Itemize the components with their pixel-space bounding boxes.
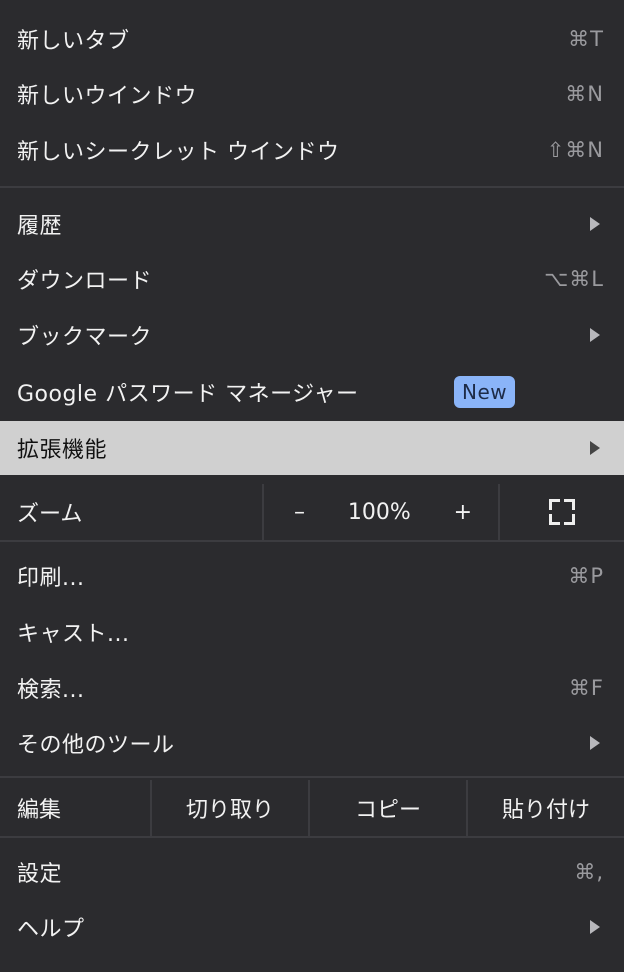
menu-item-find[interactable]: 検索... ⌘F — [0, 662, 624, 714]
history-label: 履歴 — [17, 214, 63, 239]
new-incognito-label: 新しいシークレット ウインドウ — [17, 140, 340, 165]
downloads-shortcut: ⌥⌘L — [544, 267, 604, 291]
zoom-in-button[interactable]: + — [454, 500, 472, 525]
submenu-arrow-icon — [590, 328, 600, 342]
new-window-label: 新しいウインドウ — [17, 84, 198, 109]
separator — [0, 540, 624, 542]
zoom-label: ズーム — [0, 484, 264, 540]
edit-row: 編集 切り取り コピー 貼り付け — [0, 780, 624, 836]
separator — [0, 836, 624, 838]
menu-item-bookmarks[interactable]: ブックマーク — [0, 309, 624, 361]
separator — [0, 186, 624, 188]
zoom-out-button[interactable]: – — [294, 500, 305, 525]
submenu-arrow-icon — [590, 217, 600, 231]
fullscreen-button[interactable] — [500, 484, 624, 540]
more-tools-label: その他のツール — [17, 733, 175, 758]
menu-item-settings[interactable]: 設定 ⌘, — [0, 846, 624, 898]
settings-label: 設定 — [17, 862, 63, 887]
menu-item-new-window[interactable]: 新しいウインドウ ⌘N — [0, 68, 624, 120]
settings-shortcut: ⌘, — [574, 860, 604, 884]
edit-label: 編集 — [0, 780, 152, 836]
zoom-level: 100% — [347, 499, 411, 525]
menu-item-more-tools[interactable]: その他のツール — [0, 717, 624, 769]
menu-item-password-manager[interactable]: Google パスワード マネージャー New — [0, 366, 624, 418]
find-shortcut: ⌘F — [568, 676, 604, 700]
extensions-label: 拡張機能 — [17, 438, 108, 463]
find-label: 検索... — [17, 678, 85, 703]
new-badge: New — [454, 376, 516, 408]
new-tab-label: 新しいタブ — [17, 29, 130, 54]
submenu-arrow-icon — [590, 920, 600, 934]
menu-item-downloads[interactable]: ダウンロード ⌥⌘L — [0, 253, 624, 305]
menu-item-new-incognito-window[interactable]: 新しいシークレット ウインドウ ⇧⌘N — [0, 124, 624, 176]
submenu-arrow-icon — [590, 736, 600, 750]
menu-item-cast[interactable]: キャスト... — [0, 606, 624, 658]
zoom-controls: – 100% + — [264, 484, 500, 540]
submenu-arrow-icon — [590, 441, 600, 455]
help-label: ヘルプ — [17, 917, 85, 942]
new-incognito-shortcut: ⇧⌘N — [546, 138, 604, 162]
bookmarks-label: ブックマーク — [17, 325, 153, 350]
cast-label: キャスト... — [17, 622, 130, 647]
separator — [0, 776, 624, 778]
menu-item-history[interactable]: 履歴 — [0, 198, 624, 250]
print-label: 印刷... — [17, 566, 85, 591]
menu-item-extensions[interactable]: 拡張機能 — [0, 421, 624, 475]
password-manager-label: Google パスワード マネージャー — [17, 382, 359, 407]
paste-button[interactable]: 貼り付け — [468, 780, 624, 836]
downloads-label: ダウンロード — [17, 269, 153, 294]
print-shortcut: ⌘P — [568, 564, 604, 588]
menu-item-print[interactable]: 印刷... ⌘P — [0, 550, 624, 602]
menu-item-help[interactable]: ヘルプ — [0, 901, 624, 953]
new-tab-shortcut: ⌘T — [568, 27, 604, 51]
new-window-shortcut: ⌘N — [565, 82, 604, 106]
copy-button[interactable]: コピー — [310, 780, 468, 836]
zoom-row: ズーム – 100% + — [0, 484, 624, 540]
chrome-menu: 新しいタブ ⌘T 新しいウインドウ ⌘N 新しいシークレット ウインドウ ⇧⌘N… — [0, 0, 624, 972]
fullscreen-icon — [549, 499, 575, 525]
cut-button[interactable]: 切り取り — [152, 780, 310, 836]
menu-item-new-tab[interactable]: 新しいタブ ⌘T — [0, 13, 624, 65]
